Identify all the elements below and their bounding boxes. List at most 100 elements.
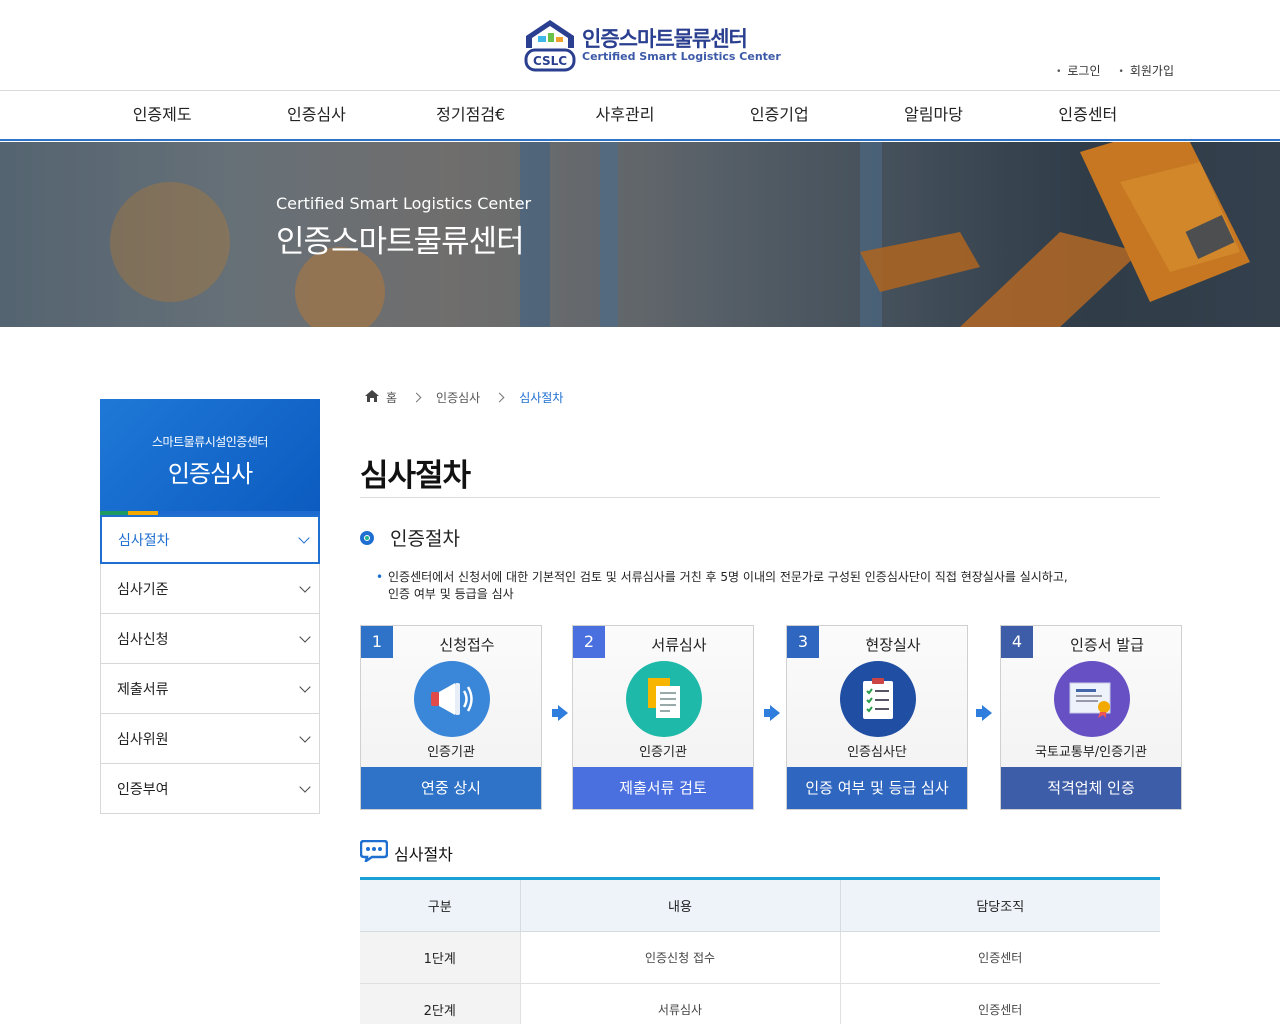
nav-item-certified-companies[interactable]: 인증기업 bbox=[702, 91, 856, 139]
step-action: 적격업체 인증 bbox=[1001, 767, 1181, 809]
documents-icon bbox=[626, 661, 702, 737]
sidebar-item-label: 인증부여 bbox=[117, 781, 169, 798]
step-card-2: 2 서류심사 인증기관 제출서류 검토 bbox=[572, 625, 754, 810]
table-cell: 1단계 bbox=[360, 931, 521, 984]
table-cell: 2단계 bbox=[360, 983, 521, 1024]
step-name: 현장실사 bbox=[865, 636, 921, 654]
banner-title-ko: 인증스마트물류센터 bbox=[276, 224, 525, 260]
sidebar-color-bar bbox=[100, 511, 320, 515]
nav-item-certification-center[interactable]: 인증센터 bbox=[1011, 91, 1165, 139]
section-title-text: 인증절차 bbox=[390, 528, 460, 550]
megaphone-icon bbox=[414, 661, 490, 737]
breadcrumb-current: 심사절차 bbox=[519, 391, 564, 405]
process-title-text: 심사절차 bbox=[394, 845, 453, 864]
column-header: 내용 bbox=[520, 878, 841, 932]
chevron-down-icon bbox=[298, 531, 310, 544]
sidebar-item-review-application[interactable]: 심사신청 bbox=[100, 614, 320, 664]
sidebar-item-label: 심사신청 bbox=[117, 631, 169, 648]
arrow-right-icon bbox=[552, 705, 568, 721]
banner-title-en: Certified Smart Logistics Center bbox=[276, 194, 532, 213]
chevron-down-icon bbox=[299, 630, 311, 643]
chevron-down-icon bbox=[299, 730, 311, 743]
step-action: 인증 여부 및 등급 심사 bbox=[787, 767, 967, 809]
checklist-icon bbox=[840, 661, 916, 737]
robot-arm-banner-image bbox=[0, 142, 1280, 327]
sidebar-item-review-criteria[interactable]: 심사기준 bbox=[100, 564, 320, 614]
step-name: 신청접수 bbox=[439, 636, 495, 654]
column-header: 구분 bbox=[360, 878, 521, 932]
logo-mark-icon: CSLC bbox=[524, 18, 576, 72]
signup-link[interactable]: 회원가입 bbox=[1119, 62, 1174, 79]
step-org: 인증기관 bbox=[427, 745, 475, 760]
chevron-down-icon bbox=[299, 780, 311, 793]
nav-item-regular-inspection[interactable]: 정기점검€ bbox=[394, 91, 548, 139]
breadcrumb-level-1[interactable]: 인증심사 bbox=[436, 389, 480, 406]
table-header-row: 구분 내용 담당조직 bbox=[360, 878, 1160, 932]
breadcrumb: 홈 인증심사 심사절차 bbox=[364, 389, 563, 406]
sidebar-item-label: 심사절차 bbox=[118, 532, 170, 549]
login-link[interactable]: 로그인 bbox=[1056, 62, 1100, 79]
sidebar-item-review-committee[interactable]: 심사위원 bbox=[100, 714, 320, 764]
logo-title-en: Certified Smart Logistics Center bbox=[582, 50, 781, 63]
step-number: 1 bbox=[361, 626, 393, 658]
page-title: 심사절차 bbox=[360, 458, 471, 494]
utility-links: 로그인 회원가입 bbox=[1056, 62, 1174, 79]
bullet-ring-icon bbox=[360, 530, 374, 545]
step-number: 2 bbox=[573, 626, 605, 658]
table-cell: 서류심사 bbox=[520, 983, 841, 1024]
step-card-3: 3 현장실사 인증심사단 인증 여부 및 등급 심사 bbox=[786, 625, 968, 810]
sidebar-title: 인증심사 bbox=[167, 460, 253, 488]
home-icon[interactable] bbox=[364, 389, 380, 406]
logo-badge-text: CSLC bbox=[533, 54, 567, 68]
sidebar-item-label: 심사기준 bbox=[117, 581, 169, 598]
sidebar-item-review-procedure[interactable]: 심사절차 bbox=[100, 515, 320, 564]
sidebar-item-certification-grant[interactable]: 인증부여 bbox=[100, 764, 320, 814]
logo-title-ko: 인증스마트물류센터 bbox=[582, 27, 748, 51]
column-header: 담당조직 bbox=[840, 878, 1160, 932]
breadcrumb-home[interactable]: 홈 bbox=[386, 389, 397, 406]
main-nav: 인증제도 인증심사 정기점검€ 사후관리 인증기업 알림마당 인증센터 bbox=[0, 91, 1280, 141]
process-table: 구분 내용 담당조직 1단계 인증신청 접수 인증센터 2단계 서류심사 인증센… bbox=[360, 877, 1160, 1024]
nav-item-notice[interactable]: 알림마당 bbox=[856, 91, 1010, 139]
sidebar-item-label: 심사위원 bbox=[117, 731, 169, 748]
step-org: 인증심사단 bbox=[847, 745, 907, 760]
description-line-1: 인증센터에서 신청서에 대한 기본적인 검토 및 서류심사를 거친 후 5명 이… bbox=[388, 570, 1068, 584]
step-card-1: 1 신청접수 인증기관 연중 상시 bbox=[360, 625, 542, 810]
table-row: 2단계 서류심사 인증센터 bbox=[360, 983, 1160, 1024]
section-title: 인증절차 bbox=[360, 524, 460, 551]
chat-bubble-icon bbox=[359, 839, 389, 866]
site-header: CSLC 인증스마트물류센터 Certified Smart Logistics… bbox=[0, 0, 1280, 91]
chevron-down-icon bbox=[299, 680, 311, 693]
step-card-4: 4 인증서 발급 국토교통부/인증기관 적격업체 인증 bbox=[1000, 625, 1182, 810]
nav-item-certification-review[interactable]: 인증심사 bbox=[239, 91, 393, 139]
section-description: • 인증센터에서 신청서에 대한 기본적인 검토 및 서류심사를 거친 후 5명… bbox=[376, 569, 1166, 603]
nav-item-post-management[interactable]: 사후관리 bbox=[548, 91, 702, 139]
arrow-right-icon bbox=[976, 705, 992, 721]
nav-item-certification-system[interactable]: 인증제도 bbox=[85, 91, 239, 139]
process-title: 심사절차 bbox=[359, 839, 453, 866]
step-org: 국토교통부/인증기관 bbox=[1034, 745, 1148, 760]
certification-steps: 1 신청접수 인증기관 연중 상시 2 서류심사 인증기관 제출서류 검토 3 … bbox=[360, 625, 1182, 810]
sidebar-subtitle: 스마트물류시설인증센터 bbox=[152, 435, 268, 449]
chevron-down-icon bbox=[299, 580, 311, 593]
table-cell: 인증센터 bbox=[840, 931, 1160, 984]
certificate-icon bbox=[1054, 661, 1130, 737]
step-action: 연중 상시 bbox=[361, 767, 541, 809]
step-name: 인증서 발급 bbox=[1070, 636, 1144, 654]
step-org: 인증기관 bbox=[639, 745, 687, 760]
arrow-right-icon bbox=[764, 705, 780, 721]
chevron-right-icon bbox=[411, 392, 422, 403]
sidebar: 스마트물류시설인증센터 인증심사 심사절차 심사기준 심사신청 제출서류 심사위… bbox=[100, 399, 320, 814]
sidebar-item-label: 제출서류 bbox=[117, 681, 169, 698]
sidebar-header: 스마트물류시설인증센터 인증심사 bbox=[100, 399, 320, 515]
table-cell: 인증센터 bbox=[840, 983, 1160, 1024]
description-line-2: 인증 여부 및 등급을 심사 bbox=[388, 587, 514, 601]
bullet-dot-icon: • bbox=[376, 570, 384, 584]
sidebar-item-submission-documents[interactable]: 제출서류 bbox=[100, 664, 320, 714]
step-name: 서류심사 bbox=[651, 636, 707, 654]
step-number: 3 bbox=[787, 626, 819, 658]
chevron-right-icon bbox=[494, 392, 505, 403]
step-number: 4 bbox=[1001, 626, 1033, 658]
site-logo[interactable]: CSLC 인증스마트물류센터 Certified Smart Logistics… bbox=[524, 18, 781, 72]
hero-banner: Certified Smart Logistics Center 인증스마트물류… bbox=[0, 142, 1280, 327]
